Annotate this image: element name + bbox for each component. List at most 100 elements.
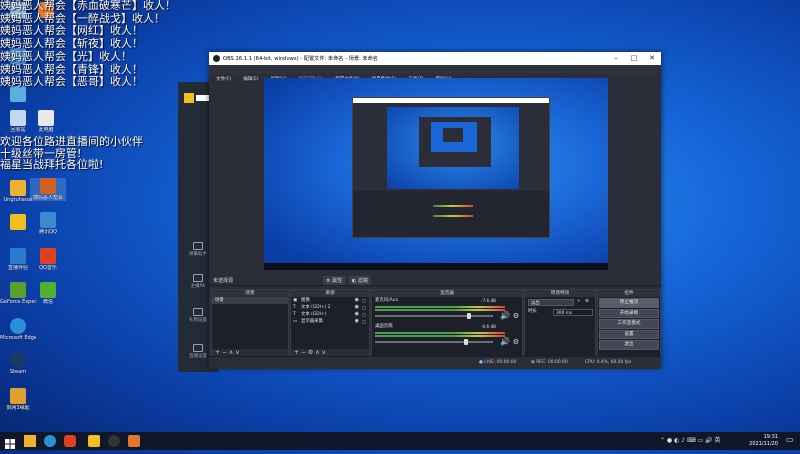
close-button[interactable]: ✕ <box>645 54 659 62</box>
source-label: 图像 <box>301 298 310 303</box>
gear-icon[interactable]: ⚙ <box>513 338 519 346</box>
volume-knob[interactable] <box>464 339 468 345</box>
move-down-icon[interactable]: ∨ <box>322 349 326 356</box>
desktop-icon-qq[interactable]: 腾讯QQ <box>30 212 66 235</box>
gear-icon[interactable]: ⚙ <box>513 312 519 320</box>
desktop-icon-steam[interactable]: Steam <box>0 352 36 375</box>
scene-item[interactable]: 场景 <box>212 297 288 304</box>
rec-icon: ● <box>531 360 535 365</box>
lock-icon[interactable]: ▢ <box>362 318 366 325</box>
danmu-overlay: 姨妈恶人帮会【赤血破寒芒】收人！ 姨妈恶人帮会【一醉战戈】收人！ 姨妈恶人帮会【… <box>0 0 176 89</box>
bg-app-item-label: 礼物设置 <box>189 318 207 323</box>
edge-icon <box>10 318 26 334</box>
start-recording-button[interactable]: 开始录制 <box>599 308 659 318</box>
greeting-line: 福星当战拜托各位啦! <box>0 158 104 172</box>
remove-icon[interactable]: − <box>301 349 306 356</box>
maximize-button[interactable]: □ <box>627 54 641 62</box>
desktop-icon-label: Steam <box>9 369 27 375</box>
studio-mode-button[interactable]: 工作室模式 <box>599 319 659 329</box>
filters-button[interactable]: ◐ 滤镜 <box>349 276 371 285</box>
rec-indicator: ● REC: 00:00:00 <box>531 360 568 365</box>
level-meter <box>375 335 505 337</box>
remove-icon[interactable]: − <box>222 349 227 356</box>
add-icon[interactable]: + <box>577 297 581 307</box>
pk-icon <box>193 274 203 282</box>
menu-file[interactable]: 文件(F) <box>216 77 231 82</box>
add-icon[interactable]: + <box>215 349 220 356</box>
filters-label: 滤镜 <box>357 278 368 284</box>
taskbar-file-explorer[interactable] <box>24 435 36 447</box>
cpu-indicator: CPU: 0.4%, 60.00 fps <box>585 360 632 365</box>
properties-button[interactable]: ⚙ 属性 <box>323 276 346 285</box>
taskbar-streaming-app[interactable] <box>88 435 100 447</box>
lock-icon[interactable]: ▢ <box>362 311 366 318</box>
level-meter <box>375 309 505 311</box>
live-icon: ● <box>479 360 483 365</box>
source-item[interactable]: T 文本 (GDI+) 2 ◉ ▢ <box>291 304 369 311</box>
source-label: 文本 (GDI+) <box>301 312 327 317</box>
desktop-icon[interactable]: 剑网3缘起 <box>0 388 36 411</box>
start-button[interactable] <box>4 435 16 449</box>
stop-streaming-button[interactable]: 停止推流 <box>599 298 659 308</box>
mixer-channel-desktop: 桌面音频 -0.6 dB 🔊 ⚙ <box>372 323 522 349</box>
move-up-icon[interactable]: ∧ <box>229 349 233 356</box>
visibility-icon[interactable]: ◉ <box>355 311 359 318</box>
minimize-button[interactable]: – <box>609 54 623 62</box>
desktop-icon-wechat[interactable]: 微信 <box>30 282 66 305</box>
exit-button[interactable]: 退出 <box>599 340 659 350</box>
desktop-icon-pc[interactable]: 此电脑 <box>28 110 64 133</box>
clock-date: 2021/11/20 <box>749 441 778 447</box>
duration-label: 时长 <box>528 309 537 314</box>
source-item[interactable]: ▭ 显示器采集 ◉ ▢ <box>291 318 369 325</box>
nested-inner-window <box>443 128 463 142</box>
desktop-icon-edge[interactable]: Microsoft Edge <box>0 318 36 341</box>
nested-meter <box>433 215 473 217</box>
chat-icon <box>193 242 203 250</box>
desktop-icon-label: Microsoft Edge <box>0 335 36 341</box>
menu-edit[interactable]: 编辑(E) <box>243 77 258 82</box>
visibility-icon[interactable]: ◉ <box>355 297 359 304</box>
no-source-label: 未选择源 <box>213 278 234 284</box>
danmu-line: 姨妈恶人帮会【赤血破寒芒】收人！ <box>0 0 176 12</box>
geforce-icon <box>10 282 26 298</box>
transition-select[interactable]: 淡出 <box>528 299 574 306</box>
gear-icon[interactable]: ⚙ <box>308 349 313 356</box>
taskbar: ⌃ ● ◐ ♪ ⌨ ▭ 🔊 英 19:31 2021/11/20 ▭ <box>0 432 800 450</box>
source-item[interactable]: ▣ 图像 ◉ ▢ <box>291 297 369 304</box>
level-meter <box>375 332 505 334</box>
system-tray[interactable]: ⌃ ● ◐ ♪ ⌨ ▭ 🔊 英 <box>660 432 720 450</box>
taskbar-edge[interactable] <box>44 435 56 447</box>
preview-canvas[interactable] <box>264 78 608 270</box>
bg-app-item-label: 直播设置 <box>189 354 207 359</box>
settings-button[interactable]: 设置 <box>599 329 659 339</box>
taskbar-game[interactable] <box>128 435 140 447</box>
source-item[interactable]: T 文本 (GDI+) ◉ ▢ <box>291 311 369 318</box>
volume-slider[interactable] <box>375 341 493 343</box>
notification-icon[interactable]: ▭ <box>786 435 796 447</box>
taskbar-app[interactable] <box>64 435 76 447</box>
gear-icon[interactable]: ⚙ <box>585 297 589 307</box>
obs-titlebar[interactable]: OBS 26.1.1 (64-bit, windows) - 配置文件: 未命名… <box>209 52 661 65</box>
visibility-icon[interactable]: ◉ <box>355 318 359 325</box>
duration-input[interactable]: 300 ms <box>553 309 593 316</box>
lock-icon[interactable]: ▢ <box>362 297 366 304</box>
nested-titlebar <box>353 98 549 103</box>
move-up-icon[interactable]: ∧ <box>315 349 319 356</box>
desktop-icon-label: 此电脑 <box>38 127 54 133</box>
folder-icon <box>10 180 26 196</box>
taskbar-obs[interactable] <box>108 435 120 447</box>
monitor-icon: ▭ <box>293 319 298 324</box>
move-down-icon[interactable]: ∨ <box>235 349 239 356</box>
lock-icon[interactable]: ▢ <box>362 304 366 311</box>
desktop-icon[interactable]: QQ音乐 <box>30 248 66 271</box>
volume-slider[interactable] <box>375 315 493 317</box>
volume-knob[interactable] <box>467 313 471 319</box>
text-icon: T <box>293 305 296 310</box>
clock[interactable]: 19:31 2021/11/20 <box>749 434 778 448</box>
visibility-icon[interactable]: ◉ <box>355 304 359 311</box>
add-icon[interactable]: + <box>294 349 299 356</box>
desktop-icon-selected[interactable]: 姨妈恶人帮会 <box>30 178 66 201</box>
speaker-icon[interactable]: 🔊 <box>500 337 510 346</box>
speaker-icon[interactable]: 🔊 <box>500 311 510 320</box>
obs-window[interactable]: OBS 26.1.1 (64-bit, windows) - 配置文件: 未命名… <box>209 52 661 369</box>
